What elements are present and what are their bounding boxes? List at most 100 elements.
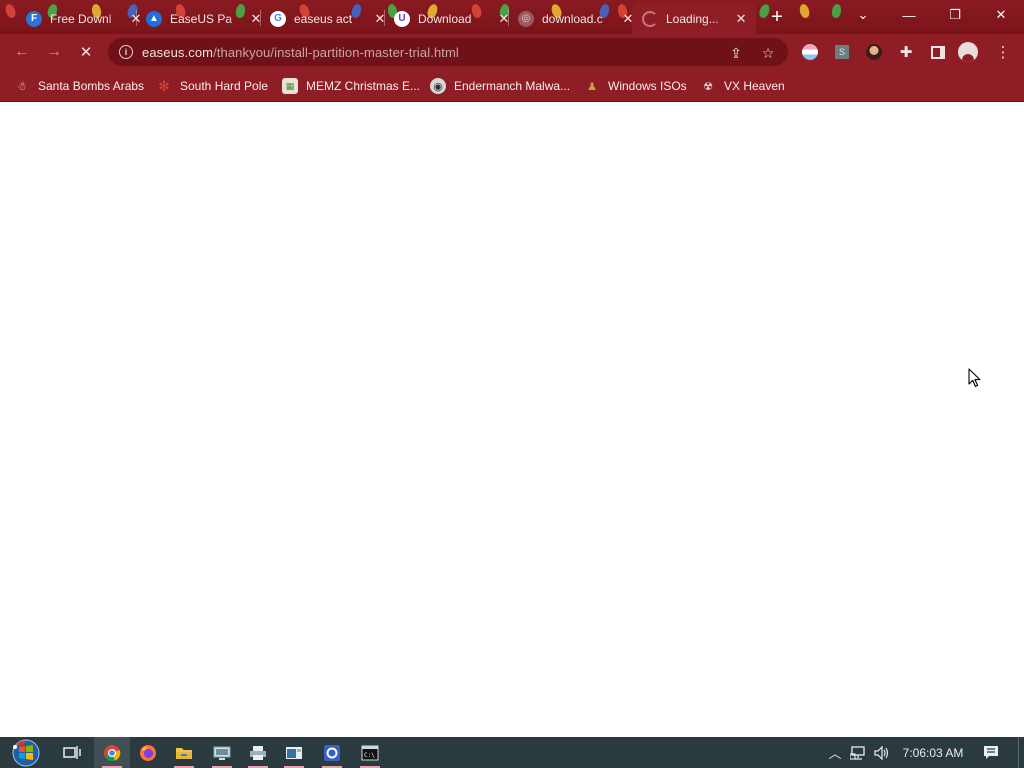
taskbar-firefox[interactable] xyxy=(130,737,166,768)
bookmark-label: Windows ISOs xyxy=(608,79,687,93)
loading-icon xyxy=(642,10,658,27)
bookmark-label: Endermanch Malwa... xyxy=(454,79,571,93)
bookmark-label: VX Heaven xyxy=(724,79,785,93)
taskbar-app-window[interactable] xyxy=(276,737,312,768)
network-icon[interactable] xyxy=(848,737,868,768)
monitor-app-icon xyxy=(213,746,231,760)
new-tab-button[interactable]: + xyxy=(765,5,789,29)
tab-strip: F Free Downl ✕ ▲ EaseUS Pa ✕ G easeus ac… xyxy=(0,0,1024,34)
restore-button[interactable]: ❐ xyxy=(932,0,978,30)
menu-kebab-icon[interactable]: ⋮ xyxy=(993,42,1013,62)
stop-loading-button[interactable]: ✕ xyxy=(74,40,98,64)
extension-flag-icon[interactable] xyxy=(800,42,820,62)
show-desktop-button[interactable] xyxy=(1018,737,1024,768)
site-info-icon[interactable]: i xyxy=(119,45,133,59)
firefox-icon xyxy=(140,744,156,761)
command-prompt-icon: C:\ xyxy=(361,745,379,760)
taskbar-app-printer[interactable] xyxy=(240,737,276,768)
taskbar-chrome[interactable] xyxy=(94,737,130,768)
profile-avatar-icon[interactable] xyxy=(958,42,978,62)
chevron-up-icon: ︿ xyxy=(828,746,842,761)
chevron-down-icon: ⌄ xyxy=(857,7,869,22)
bookmark-label: Santa Bombs Arabs xyxy=(38,79,145,93)
raccoon-icon: ◉ xyxy=(430,78,446,94)
blue-app-icon xyxy=(324,744,340,761)
tab-title: download.c xyxy=(542,11,603,26)
bookmark-vx-heaven[interactable]: ☢ VX Heaven xyxy=(700,76,785,96)
bookmark-memz-christmas[interactable]: ▦ MEMZ Christmas E... xyxy=(282,76,420,96)
taskbar-file-explorer[interactable] xyxy=(166,737,202,768)
window-app-icon xyxy=(286,746,302,759)
task-view-button[interactable] xyxy=(54,737,90,768)
folder-icon xyxy=(176,747,192,759)
tab-title: Loading... xyxy=(666,11,719,26)
bookmark-south-hard-pole[interactable]: ✻ South Hard Pole xyxy=(156,76,268,96)
mouse-cursor-icon xyxy=(968,368,981,387)
back-arrow-icon: ← xyxy=(14,43,30,60)
extension-avatar-icon[interactable] xyxy=(864,42,884,62)
action-center-button[interactable] xyxy=(980,737,1002,768)
svg-text:C:\: C:\ xyxy=(364,752,375,759)
tab-loading[interactable]: Loading... ✕ xyxy=(632,3,756,34)
bookmark-label: MEMZ Christmas E... xyxy=(306,79,421,93)
url-domain: easeus.com xyxy=(142,44,214,60)
forward-button[interactable]: → xyxy=(42,40,66,64)
globe-icon: ◎ xyxy=(518,10,534,27)
browser-toolbar: ← → ✕ i easeus.com/thankyou/install-part… xyxy=(0,34,1024,70)
windows-taskbar: C:\ ︿ 7:06:03 AM xyxy=(0,737,1024,768)
close-window-button[interactable]: ✕ xyxy=(978,0,1024,30)
url-text: easeus.com/thankyou/install-partition-ma… xyxy=(142,45,459,60)
task-view-icon xyxy=(63,745,81,759)
tab-title: easeus act xyxy=(294,11,353,26)
printer-app-icon xyxy=(250,745,266,760)
u-icon: U xyxy=(394,10,410,27)
memz-icon: ▦ xyxy=(282,78,298,94)
extension-s-icon[interactable]: S xyxy=(832,42,852,62)
clock-time: 7:06:03 AM xyxy=(902,745,964,760)
tab-download[interactable]: U Download ✕ xyxy=(384,3,520,34)
network-ethernet-icon xyxy=(850,745,865,760)
snowflake-icon: ✻ xyxy=(158,77,170,94)
tab-easeus-activation[interactable]: G easeus act ✕ xyxy=(260,3,396,34)
minimize-button[interactable]: — xyxy=(886,0,932,30)
bookmark-endermanch-malware[interactable]: ◉ Endermanch Malwa... xyxy=(430,76,570,96)
page-content-area xyxy=(0,103,1024,737)
close-tab-icon[interactable]: ✕ xyxy=(734,11,748,27)
restore-icon: ❐ xyxy=(949,7,961,22)
system-clock[interactable]: 7:06:03 AM xyxy=(898,737,968,768)
plus-icon: + xyxy=(771,5,783,28)
bookmark-windows-isos[interactable]: ♟ Windows ISOs xyxy=(584,76,687,96)
windows-iso-icon: ♟ xyxy=(587,80,597,93)
tab-free-download[interactable]: F Free Downl ✕ xyxy=(16,3,152,34)
tab-search-button[interactable]: ⌄ xyxy=(840,0,886,30)
forward-arrow-icon: → xyxy=(46,43,62,60)
easeus-icon: ▲ xyxy=(146,10,162,27)
side-panel-icon[interactable] xyxy=(928,42,948,62)
bookmarks-bar: ☃ Santa Bombs Arabs ✻ South Hard Pole ▦ … xyxy=(0,70,1024,102)
tab-title: Free Downl xyxy=(50,11,112,26)
bookmark-star-icon[interactable]: ☆ xyxy=(759,44,777,62)
taskbar-app-remote[interactable] xyxy=(204,737,240,768)
close-icon: ✕ xyxy=(995,7,1007,22)
tab-easeus-partition[interactable]: ▲ EaseUS Pa ✕ xyxy=(136,3,272,34)
extensions-puzzle-icon[interactable]: ✚ xyxy=(896,42,916,62)
taskbar-app-blue[interactable] xyxy=(314,737,350,768)
bookmark-santa-bombs-arabs[interactable]: ☃ Santa Bombs Arabs xyxy=(14,76,144,96)
start-button[interactable] xyxy=(6,737,46,768)
bookmark-label: South Hard Pole xyxy=(180,79,269,93)
stop-icon: ✕ xyxy=(79,44,93,61)
taskbar-cmd[interactable]: C:\ xyxy=(352,737,388,768)
speaker-icon xyxy=(874,745,889,760)
url-path: /thankyou/install-partition-master-trial… xyxy=(213,44,459,60)
minimize-icon: — xyxy=(902,7,916,23)
tab-download-c[interactable]: ◎ download.c ✕ xyxy=(508,3,644,34)
address-bar[interactable]: i easeus.com/thankyou/install-partition-… xyxy=(108,38,788,66)
vx-heaven-icon: ☢ xyxy=(703,80,713,93)
volume-icon[interactable] xyxy=(872,737,892,768)
share-icon[interactable]: ⇪ xyxy=(727,44,745,62)
show-hidden-icons-button[interactable]: ︿ xyxy=(826,737,844,768)
windows-start-orb-icon xyxy=(12,739,40,766)
chrome-icon xyxy=(104,744,121,761)
santa-icon: ☃ xyxy=(17,80,27,93)
back-button[interactable]: ← xyxy=(10,40,34,64)
